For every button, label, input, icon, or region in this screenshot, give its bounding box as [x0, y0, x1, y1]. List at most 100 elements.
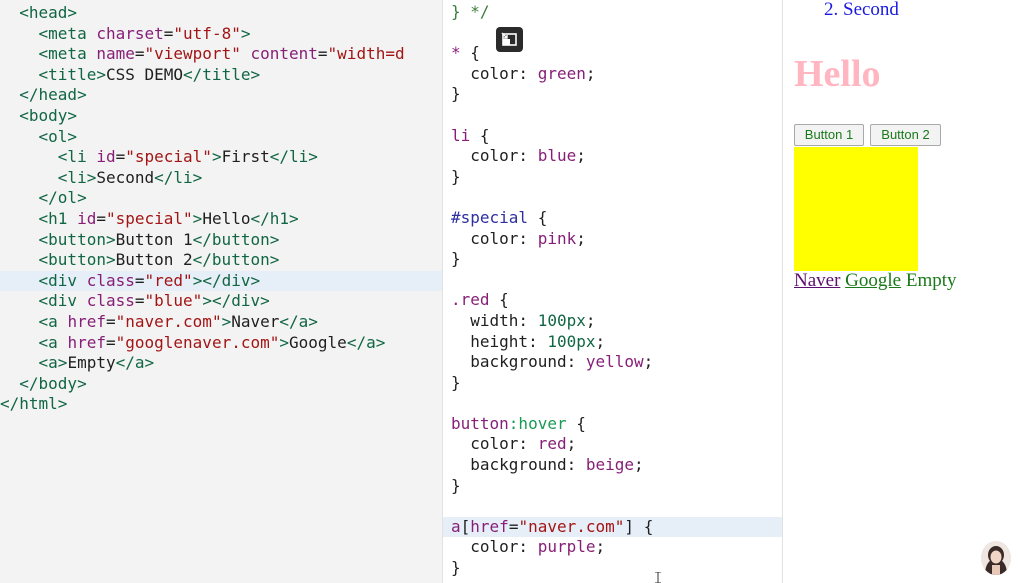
- html-code-line[interactable]: <ol>: [0, 127, 442, 148]
- css-code-line[interactable]: color: pink;: [443, 228, 782, 250]
- html-code-token: <a: [38, 311, 68, 331]
- html-code-line[interactable]: </html>: [0, 394, 442, 415]
- html-code-token: "naver.com": [115, 311, 222, 331]
- html-code-token: =: [134, 291, 145, 311]
- html-code-line[interactable]: <head>: [0, 3, 442, 24]
- css-code-line[interactable]: [443, 496, 782, 517]
- html-code-token: charset: [96, 23, 164, 43]
- preview-link-empty[interactable]: Empty: [906, 270, 957, 291]
- css-code-line[interactable]: color: green;: [443, 63, 782, 85]
- css-code-line[interactable]: [443, 23, 782, 44]
- css-code-token: {: [470, 43, 480, 63]
- css-code-line[interactable]: }: [443, 84, 782, 105]
- html-code-token: <body>: [19, 105, 78, 125]
- html-code-line[interactable]: <body>: [0, 106, 442, 127]
- css-code-lines[interactable]: } */ * { color: green;} li { color: blue…: [443, 2, 782, 579]
- css-code-line[interactable]: li {: [443, 125, 782, 147]
- html-code-line[interactable]: <a href="naver.com">Naver</a>: [0, 312, 442, 333]
- html-code-line[interactable]: <li>Second</li>: [0, 168, 442, 189]
- css-code-line[interactable]: }: [443, 476, 782, 497]
- css-code-line[interactable]: height: 100px;: [443, 332, 782, 353]
- css-code-line[interactable]: }: [443, 249, 782, 270]
- html-code-line[interactable]: <div class="blue"></div>: [0, 291, 442, 312]
- html-code-line[interactable]: <title>CSS DEMO</title>: [0, 65, 442, 86]
- css-code-token: li: [451, 125, 480, 145]
- css-code-line[interactable]: [443, 270, 782, 291]
- html-code-line[interactable]: <button>Button 2</button>: [0, 250, 442, 271]
- css-code-line[interactable]: a[href="naver.com"] {: [443, 516, 782, 538]
- css-code-token: color:: [451, 434, 538, 454]
- html-code-token: </li>: [269, 147, 318, 167]
- css-code-line[interactable]: [443, 105, 782, 126]
- html-code-line[interactable]: </ol>: [0, 188, 442, 209]
- html-code-line[interactable]: </body>: [0, 374, 442, 395]
- css-code-line[interactable]: [443, 187, 782, 208]
- html-code-token: </head>: [19, 85, 87, 105]
- css-code-token: ;: [585, 310, 596, 330]
- text-cursor-icon: [655, 572, 661, 583]
- css-code-token: green: [537, 63, 586, 83]
- html-code-token: id: [77, 208, 97, 228]
- css-code-token: {: [537, 207, 548, 227]
- preview-links: Naver Google Empty: [794, 270, 957, 292]
- html-code-token: =: [317, 44, 328, 64]
- html-code-token: <div: [38, 291, 87, 311]
- css-code-token: {: [479, 125, 490, 145]
- html-code-token: <button>: [38, 250, 116, 270]
- html-code-token: "width=d: [327, 44, 405, 64]
- css-code-line[interactable]: button:hover {: [443, 413, 782, 435]
- css-code-line[interactable]: width: 100px;: [443, 310, 782, 332]
- css-code-token: =: [508, 516, 519, 536]
- css-code-line[interactable]: color: blue;: [443, 146, 782, 167]
- html-code-line[interactable]: <a href="googlenaver.com">Google</a>: [0, 333, 442, 354]
- html-code-line[interactable]: </head>: [0, 85, 442, 106]
- html-code-token: "viewport": [144, 44, 241, 64]
- css-code-token: button: [451, 413, 509, 433]
- html-code-token: Button 1: [115, 229, 193, 249]
- css-code-line[interactable]: } */: [443, 2, 782, 23]
- html-code-token: >: [192, 208, 203, 228]
- html-code-line[interactable]: <meta name="viewport" content="width=d: [0, 44, 442, 65]
- html-editor-pane[interactable]: <head> <meta charset="utf-8"> <meta name…: [0, 0, 442, 583]
- html-code-token: Button 2: [115, 250, 193, 270]
- css-code-line[interactable]: color: red;: [443, 434, 782, 455]
- html-code-lines[interactable]: <head> <meta charset="utf-8"> <meta name…: [0, 3, 442, 415]
- css-code-line[interactable]: .red {: [443, 290, 782, 311]
- css-code-line[interactable]: }: [443, 373, 782, 394]
- html-code-token: </button>: [192, 229, 280, 249]
- html-code-token: =: [105, 311, 116, 331]
- html-code-line[interactable]: <h1 id="special">Hello</h1>: [0, 209, 442, 230]
- collapse-panel-button[interactable]: [496, 27, 523, 52]
- html-code-line[interactable]: <a>Empty</a>: [0, 353, 442, 374]
- html-code-token: class: [86, 291, 135, 311]
- preview-button-1[interactable]: Button 1: [794, 124, 864, 146]
- avatar-image: [981, 541, 1011, 575]
- css-editor-pane[interactable]: } */ * { color: green;} li { color: blue…: [442, 0, 783, 583]
- css-code-line[interactable]: }: [443, 558, 782, 579]
- html-code-token: =: [134, 270, 145, 290]
- css-code-token: ;: [576, 228, 586, 248]
- html-code-token: <head>: [19, 3, 78, 22]
- css-code-line[interactable]: * {: [443, 43, 782, 64]
- html-code-token: </title>: [183, 64, 261, 84]
- css-code-token: href: [470, 516, 509, 536]
- css-code-line[interactable]: background: beige;: [443, 455, 782, 476]
- css-code-line[interactable]: color: purple;: [443, 537, 782, 558]
- html-code-line[interactable]: <div class="red"></div>: [0, 270, 442, 292]
- html-code-line[interactable]: <meta charset="utf-8">: [0, 24, 442, 45]
- preview-button-2[interactable]: Button 2: [870, 124, 941, 146]
- html-code-line[interactable]: <button>Button 1</button>: [0, 230, 442, 251]
- css-code-token: ;: [566, 434, 577, 454]
- css-code-token: "naver.com": [518, 516, 625, 536]
- html-code-token: "utf-8": [173, 23, 241, 43]
- css-code-line[interactable]: }: [443, 167, 782, 188]
- css-code-line[interactable]: #special {: [443, 207, 782, 229]
- css-code-token: ;: [634, 455, 644, 475]
- preview-link-google[interactable]: Google: [845, 270, 901, 291]
- css-code-line[interactable]: background: yellow;: [443, 352, 782, 373]
- preview-link-naver[interactable]: Naver: [794, 270, 840, 291]
- css-code-line[interactable]: [443, 393, 782, 414]
- html-code-line[interactable]: <li id="special">First</li>: [0, 147, 442, 168]
- css-code-token: beige: [585, 455, 635, 475]
- html-code-token: href: [67, 332, 106, 352]
